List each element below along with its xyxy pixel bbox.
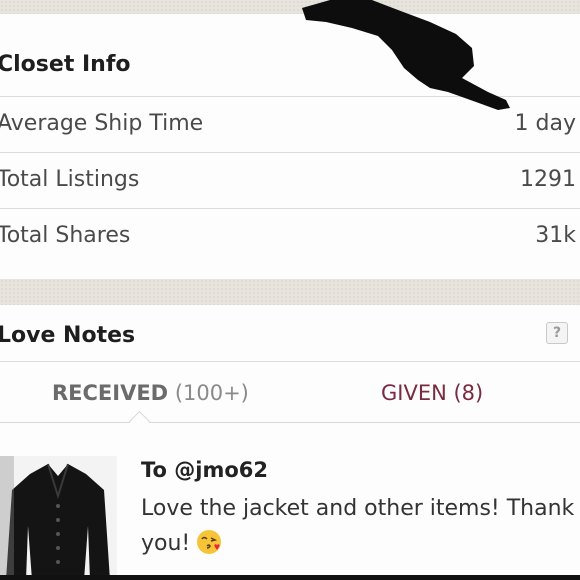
- closet-info-panel: Closet Info Average Ship Time 1 day Tota…: [0, 14, 580, 279]
- note-recipient[interactable]: To @jmo62: [141, 458, 268, 482]
- help-button[interactable]: ?: [546, 322, 568, 344]
- closet-info-header: Closet Info: [0, 30, 580, 97]
- question-mark-icon: ?: [552, 325, 562, 341]
- love-notes-title: Love Notes: [0, 323, 136, 348]
- tab-given[interactable]: GIVEN (8): [381, 381, 483, 405]
- kissing-face-emoji-icon: [197, 530, 222, 554]
- row-label: Average Ship Time: [0, 111, 204, 136]
- tab-received-label: RECEIVED: [52, 381, 169, 405]
- closet-info-title: Closet Info: [0, 52, 131, 77]
- average-ship-time-row: Average Ship Time 1 day: [0, 97, 580, 153]
- row-label: Total Shares: [0, 223, 131, 248]
- section-divider-band: [0, 279, 580, 305]
- row-value: 1291: [520, 167, 576, 192]
- black-jacket-image: [0, 456, 117, 580]
- tabs-underline: [0, 422, 580, 423]
- bottom-edge-bar: [0, 575, 580, 580]
- tab-received[interactable]: RECEIVED (100+): [52, 381, 249, 405]
- total-shares-row: Total Shares 31k: [0, 209, 580, 264]
- row-label: Total Listings: [0, 167, 140, 192]
- row-value: 31k: [535, 223, 576, 248]
- top-divider-band: [0, 0, 580, 14]
- listing-thumbnail[interactable]: [0, 456, 117, 580]
- total-listings-row: Total Listings 1291: [0, 153, 580, 209]
- tab-received-count: (100+): [174, 381, 249, 405]
- note-message: Love the jacket and other items! Thank y…: [141, 491, 580, 561]
- love-notes-header-divider: [0, 361, 580, 362]
- row-value: 1 day: [514, 111, 576, 136]
- tab-given-label: GIVEN (8): [381, 381, 484, 405]
